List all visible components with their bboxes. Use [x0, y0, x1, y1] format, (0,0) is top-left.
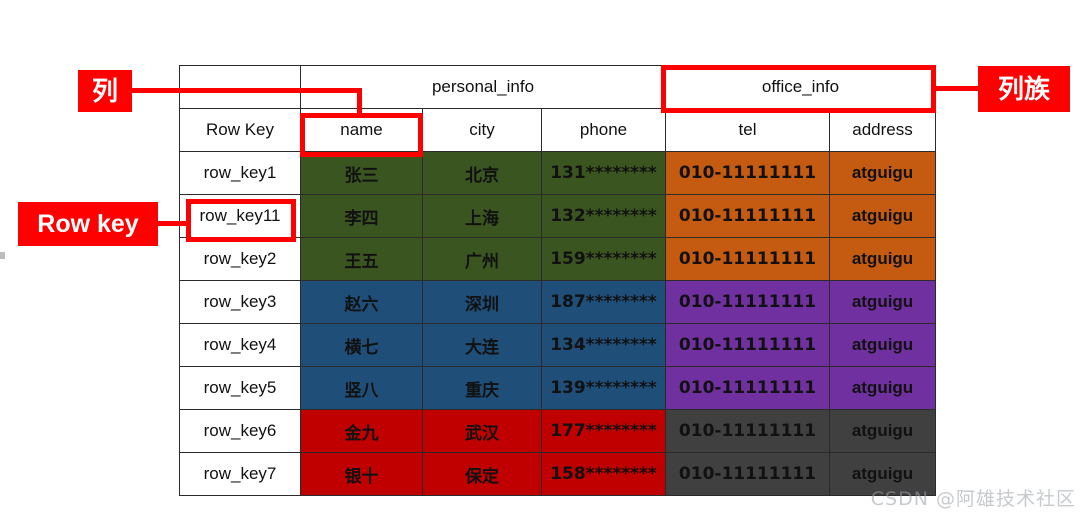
cell-phone: 134********: [541, 323, 666, 367]
cell-phone: 132********: [541, 194, 666, 238]
cell-tel: 010-11111111: [665, 194, 830, 238]
header-row-key: Row Key: [179, 108, 301, 152]
highlight-row-key11: [186, 199, 296, 242]
column-family-personal-info: personal_info: [300, 65, 666, 109]
cell-city: 上海: [422, 194, 542, 238]
cell-phone: 187********: [541, 280, 666, 324]
cell-name: 银十: [300, 452, 423, 496]
cell-address: atguigu: [828, 452, 937, 496]
cell-address: atguigu: [828, 237, 937, 281]
table-row: row_key6 金九 武汉 177******** 010-11111111 …: [179, 409, 937, 453]
highlight-name-column: [300, 113, 423, 157]
table-corner-cell: [179, 65, 301, 109]
cell-phone: 177********: [541, 409, 666, 453]
cell-address: atguigu: [828, 323, 937, 367]
cell-name: 王五: [300, 237, 423, 281]
header-city: city: [422, 108, 542, 152]
header-tel: tel: [665, 108, 830, 152]
cell-city: 广州: [422, 237, 542, 281]
annotation-badge-row-key: Row key: [18, 202, 158, 246]
table-row: row_key2 王五 广州 159******** 010-11111111 …: [179, 237, 937, 281]
cell-tel: 010-11111111: [665, 366, 830, 410]
connector-column-family: [935, 86, 979, 91]
cell-phone: 158********: [541, 452, 666, 496]
cell-city: 重庆: [422, 366, 542, 410]
cell-row-key: row_key5: [179, 366, 301, 410]
cell-city: 武汉: [422, 409, 542, 453]
cell-row-key: row_key4: [179, 323, 301, 367]
cell-phone: 131********: [541, 151, 666, 195]
cell-row-key: row_key3: [179, 280, 301, 324]
cell-row-key: row_key1: [179, 151, 301, 195]
stray-mark: [0, 252, 5, 259]
cell-name: 金九: [300, 409, 423, 453]
column-header-row: Row Key name city phone tel address: [179, 108, 937, 152]
table-row: row_key4 横七 大连 134******** 010-11111111 …: [179, 323, 937, 367]
cell-row-key: row_key6: [179, 409, 301, 453]
cell-name: 竖八: [300, 366, 423, 410]
cell-city: 北京: [422, 151, 542, 195]
cell-row-key: row_key2: [179, 237, 301, 281]
table-row: row_key5 竖八 重庆 139******** 010-11111111 …: [179, 366, 937, 410]
table-row: row_key7 银十 保定 158******** 010-11111111 …: [179, 452, 937, 496]
cell-tel: 010-11111111: [665, 409, 830, 453]
cell-name: 横七: [300, 323, 423, 367]
cell-tel: 010-11111111: [665, 280, 830, 324]
annotation-badge-column: 列: [78, 70, 132, 112]
cell-address: atguigu: [828, 409, 937, 453]
cell-name: 张三: [300, 151, 423, 195]
cell-tel: 010-11111111: [665, 323, 830, 367]
header-phone: phone: [541, 108, 666, 152]
cell-city: 大连: [422, 323, 542, 367]
table-row: row_key1 张三 北京 131******** 010-11111111 …: [179, 151, 937, 195]
cell-tel: 010-11111111: [665, 151, 830, 195]
highlight-office-info: [661, 65, 936, 113]
cell-city: 深圳: [422, 280, 542, 324]
cell-name: 赵六: [300, 280, 423, 324]
cell-phone: 159********: [541, 237, 666, 281]
cell-address: atguigu: [828, 366, 937, 410]
diagram-canvas: personal_info office_info Row Key name c…: [0, 0, 1080, 513]
connector-row-key: [158, 221, 188, 226]
cell-phone: 139********: [541, 366, 666, 410]
cell-name: 李四: [300, 194, 423, 238]
hbase-table: personal_info office_info Row Key name c…: [179, 65, 937, 496]
cell-tel: 010-11111111: [665, 237, 830, 281]
cell-address: atguigu: [828, 280, 937, 324]
cell-address: atguigu: [828, 194, 937, 238]
cell-address: atguigu: [828, 151, 937, 195]
cell-tel: 010-11111111: [665, 452, 830, 496]
connector-column-horizontal: [132, 88, 362, 93]
table-row: row_key3 赵六 深圳 187******** 010-11111111 …: [179, 280, 937, 324]
cell-row-key: row_key7: [179, 452, 301, 496]
annotation-badge-column-family: 列族: [978, 66, 1070, 112]
cell-city: 保定: [422, 452, 542, 496]
header-address: address: [828, 108, 937, 152]
